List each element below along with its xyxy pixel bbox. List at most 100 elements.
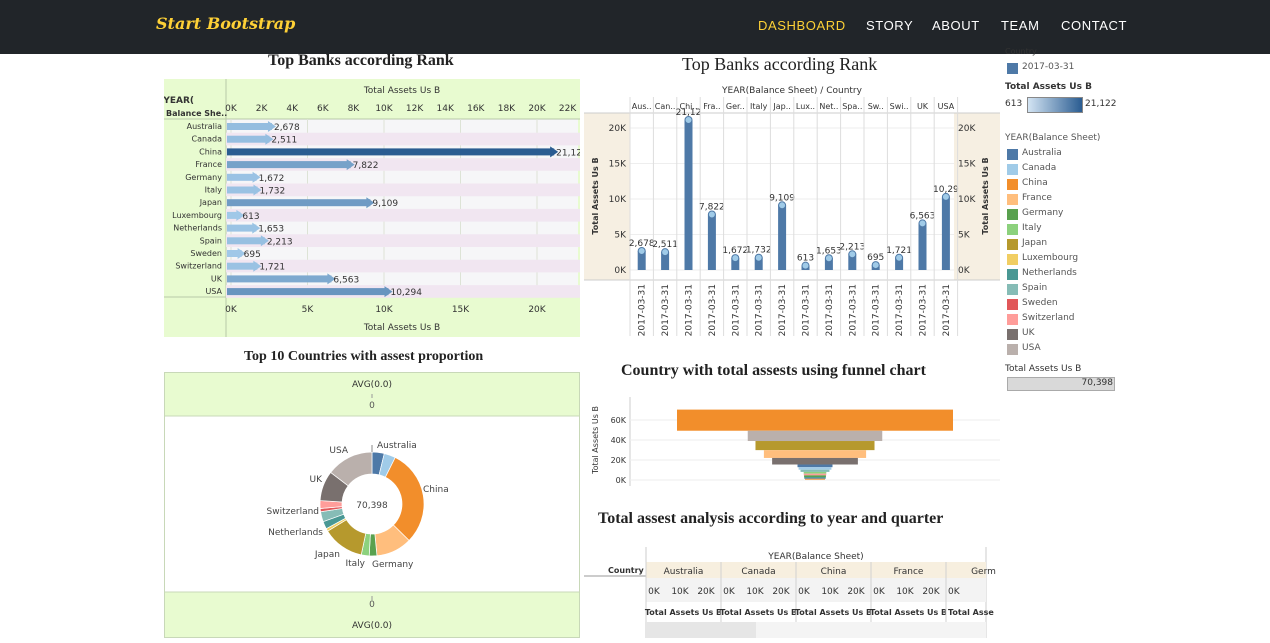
nav-link-about[interactable]: ABOUT [932,18,980,33]
legend-label: Italy [1022,223,1042,233]
yq-tick: 0K [798,587,811,597]
horizontal-bar-chart: YEAR( Balance She.. Total Assets Us B To… [164,79,580,337]
hbar-top-tick: 10K [375,104,393,114]
funnel-segment-italy[interactable] [803,471,827,474]
hbar-bar[interactable] [227,199,371,207]
hbar-bar[interactable] [227,224,257,232]
funnel-title: Country with total assests using funnel … [621,362,926,379]
nav-link-team[interactable]: TEAM [1001,18,1040,33]
funnel-segment-china[interactable] [677,409,953,431]
funnel-segment-sweden[interactable] [805,478,825,480]
hbar-value-label: 2,213 [267,237,293,247]
yq-data-bar[interactable] [646,622,756,638]
funnel-segment-switzerland[interactable] [803,473,827,476]
hbar-bar[interactable] [227,288,389,296]
vbar-bar[interactable] [918,223,927,270]
hbar-row-label: USA [205,287,222,296]
hbar-bottom-tick: 15K [452,305,470,315]
legend-label: China [1022,178,1048,188]
yq-tick: 20K [847,587,865,597]
legend-label: Japan [1022,238,1048,248]
nav-link-contact[interactable]: CONTACT [1061,18,1127,33]
funnel-segment-france[interactable] [763,450,867,458]
vbar-date-label: 2017-03-31 [661,284,671,336]
brand-logo[interactable]: Start Bootstrap [156,14,295,33]
vbar-value-label: 695 [867,253,884,263]
hbar-bar[interactable] [227,135,270,143]
vbar-value-label: 7,822 [699,202,725,212]
hbar-row-label: Italy [205,186,223,195]
vbar-y-tick: 10K [609,195,627,205]
legend-label: Luxembourg [1022,253,1079,263]
vbar-y-tick-right: 20K [958,124,976,134]
hbar-bar[interactable] [227,173,257,181]
hbar-top-tick: 8K [348,104,361,114]
vbar-column-label: Spa.. [842,102,862,111]
funnel-segment-canada[interactable] [798,467,832,470]
hbar-bar[interactable] [227,123,272,130]
funnel-segment-spain[interactable] [800,469,830,472]
yq-column-header: Germ [971,567,996,577]
funnel-segment-australia[interactable] [797,464,833,468]
hbar-top-tick: 16K [467,104,485,114]
vbar-date-label: 2017-03-31 [755,284,765,336]
hbar-value-label: 1,721 [259,263,285,273]
hbar-value-label: 2,678 [274,123,300,133]
vbar-date-label: 2017-03-31 [802,284,812,336]
vbar-bar[interactable] [707,214,716,270]
hbar-top-axis-title: Total Assets Us B [363,86,440,96]
funnel-segment-uk[interactable] [772,457,858,465]
legend-swatch [1007,224,1018,235]
hbar-bar[interactable] [227,161,351,169]
funnel-segment-usa[interactable] [747,430,883,442]
donut-label-switzerland: Switzerland [267,507,320,517]
legend-size-gradient [1027,97,1083,113]
yq-axis-label: Total Assets Us B [795,608,872,617]
hbar-top-tick: 22K [559,104,577,114]
hbar-value-label: 1,732 [259,187,285,197]
vbar-y-tick: 20K [609,124,627,134]
vbar-value-label: 10,29 [933,185,959,195]
vbar-value-label: 2,511 [652,240,678,250]
legend-swatch [1007,269,1018,280]
funnel-segment-luxembourg[interactable] [805,479,825,480]
hbar-value-label: 1,672 [259,174,285,184]
hbar-value-label: 9,109 [372,199,398,209]
funnel-segment-germany[interactable] [804,475,826,478]
hbar-bar[interactable] [227,262,258,270]
vbar-y-tick-right: 5K [958,230,971,240]
yq-axis-label: Total Assets Us B [720,608,797,617]
donut-label-china: China [423,485,449,495]
donut-footer-value: 0 [369,600,375,610]
vbar-bar[interactable] [941,196,950,270]
vbar-y-tick-right: 0K [958,266,971,276]
yq-tick: 10K [671,587,689,597]
vbar-column-label: USA [938,102,955,111]
vertical-bar-chart: YEAR(Balance Sheet) / Country Total Asse… [584,86,1000,336]
funnel-segment-netherlands[interactable] [804,477,826,479]
hbar-top-tick: 12K [406,104,424,114]
yq-tick: 20K [922,587,940,597]
vbar-bar[interactable] [684,120,693,270]
hbar-row-band [226,208,580,222]
vbar-date-label: 2017-03-31 [942,284,952,336]
funnel-segment-japan[interactable] [755,441,875,451]
hbar-bar[interactable] [227,186,258,194]
vbar-value-label: 1,721 [886,246,912,256]
vbar-bar[interactable] [778,205,787,270]
nav-link-dashboard[interactable]: DASHBOARD [758,18,846,33]
nav-link-story[interactable]: STORY [866,18,913,33]
hbar-bar[interactable] [227,275,332,283]
funnel-y-tick: 20K [611,456,627,465]
funnel-y-tick: 0K [616,476,627,485]
legend-swatch [1007,179,1018,190]
hbar-row-label: Japan [199,198,222,207]
legend-total-value: 70,398 [1081,378,1114,388]
hbar-bar[interactable] [227,148,555,156]
vbar-date-label: 2017-03-31 [895,284,905,336]
hbar-bar[interactable] [227,237,265,245]
vbar-column-label: Can.. [655,102,676,111]
vbar-value-label: 1,653 [816,246,842,256]
hbar-bottom-tick: 5K [302,305,315,315]
donut-label-australia: Australia [377,441,417,451]
